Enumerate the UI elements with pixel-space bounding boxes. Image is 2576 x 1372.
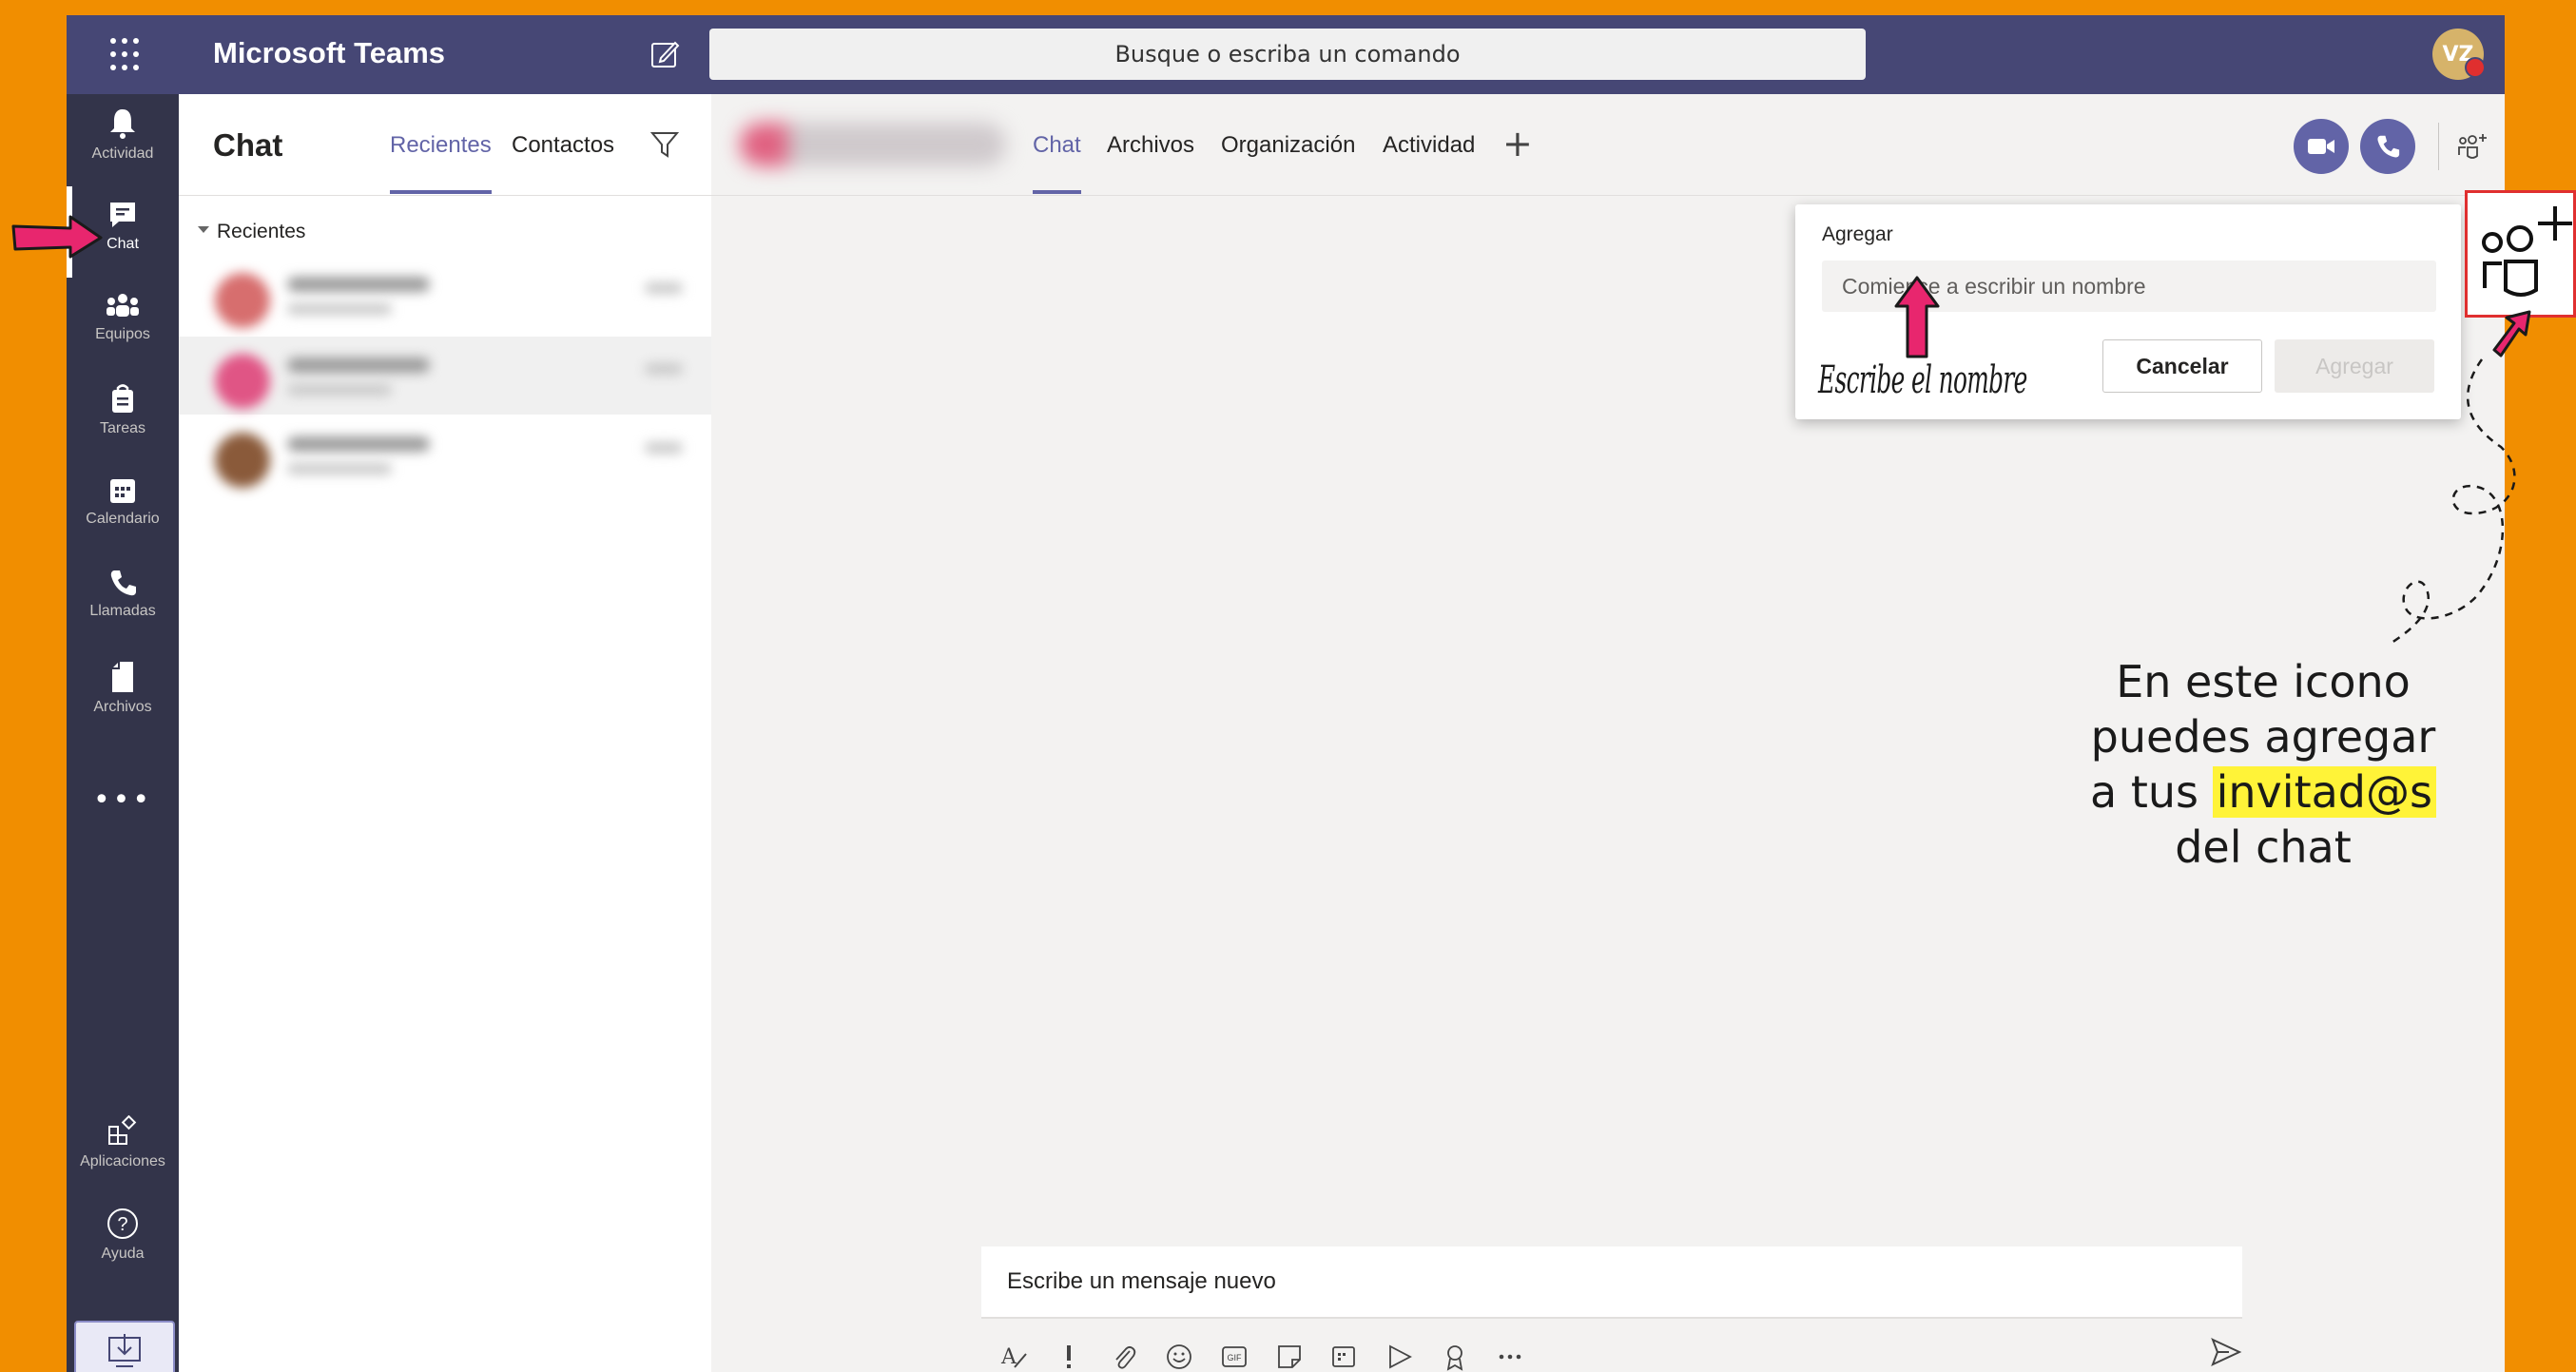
annotation-arrows [11, 215, 2531, 645]
dashed-trail [2391, 358, 2516, 645]
pink-arrow-icon [2492, 310, 2531, 357]
pink-arrow-input [1894, 276, 1940, 358]
pink-arrow-chat [11, 215, 103, 259]
